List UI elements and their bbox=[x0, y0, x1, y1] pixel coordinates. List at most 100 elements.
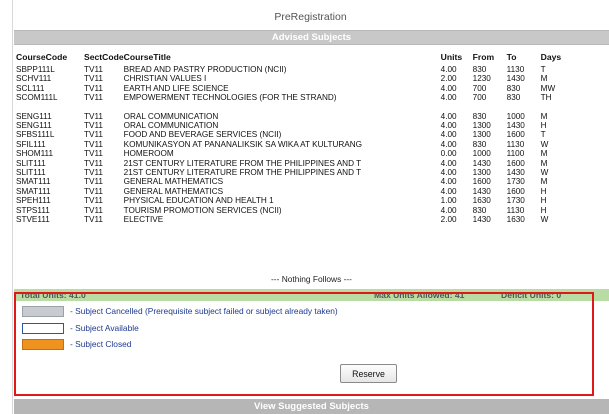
to-time-cell: 1730 bbox=[506, 196, 525, 206]
table-row: SENG111 TV11 ORAL COMMUNICATION 4.00 830 1000… bbox=[16, 112, 571, 121]
course-code-cell: SMAT111 bbox=[16, 186, 51, 196]
table-row: SLIT111 TV11 21ST CENTURY LITERATURE FROM … bbox=[16, 159, 571, 168]
course-code-cell: SHOM111 bbox=[16, 149, 54, 159]
to-time-cell: 830 bbox=[506, 83, 521, 93]
to-time-cell: 1130 bbox=[506, 205, 525, 215]
course-code-cell: SCOM111L bbox=[16, 93, 58, 103]
to-time-cell: 1600 bbox=[506, 158, 525, 168]
units-cell: 4.00 bbox=[440, 205, 457, 215]
table-row: SLIT111 TV11 21ST CENTURY LITERATURE FROM … bbox=[16, 168, 571, 177]
from-time-cell: 1630 bbox=[472, 196, 491, 206]
units-cell: 4.00 bbox=[440, 121, 457, 131]
course-code-cell: SFIL111 bbox=[16, 139, 46, 149]
course-code-cell: SLIT111 bbox=[16, 158, 46, 168]
course-code-cell: SMAT111 bbox=[16, 177, 51, 187]
sect-code-cell: TV11 bbox=[84, 196, 103, 206]
days-cell: M bbox=[540, 74, 548, 84]
table-row: SBPP111L TV11 BREAD AND PASTRY PRODUCTION … bbox=[16, 65, 571, 74]
table-row: SCL111 TV11 EARTH AND LIFE SCIENCE 4.00 700 8… bbox=[16, 84, 571, 93]
sect-code-cell: TV11 bbox=[84, 215, 103, 225]
closed-swatch bbox=[22, 339, 64, 350]
from-time-cell: 1300 bbox=[472, 121, 491, 131]
reserve-button[interactable]: Reserve bbox=[340, 364, 397, 383]
from-time-cell: 1600 bbox=[472, 177, 491, 187]
to-time-cell: 1130 bbox=[506, 139, 525, 149]
to-time-cell: 1100 bbox=[506, 149, 525, 159]
units-cell: 4.00 bbox=[440, 186, 457, 196]
from-time-cell: 830 bbox=[472, 65, 487, 74]
table-row: SCHV111 TV11 CHRISTIAN VALUES I 2.00 1230 143… bbox=[16, 74, 571, 83]
column-header-sectcode: SectCode bbox=[84, 51, 124, 62]
days-cell: T bbox=[540, 130, 546, 140]
from-time-cell: 1230 bbox=[472, 74, 491, 84]
sect-code-cell: TV11 bbox=[84, 74, 103, 84]
course-title-cell: GENERAL MATHEMATICS bbox=[123, 177, 224, 187]
legend-available-text: - Subject Available bbox=[70, 323, 139, 333]
from-time-cell: 700 bbox=[472, 93, 487, 103]
course-title-cell: 21ST CENTURY LITERATURE FROM THE PHILIPP… bbox=[123, 158, 362, 168]
group-spacer bbox=[16, 103, 571, 112]
sect-code-cell: TV11 bbox=[84, 121, 103, 131]
days-cell: M bbox=[540, 158, 548, 168]
to-time-cell: 1130 bbox=[506, 65, 525, 74]
units-cell: 4.00 bbox=[440, 93, 457, 103]
course-code-cell: SPEH111 bbox=[16, 196, 51, 206]
column-header-units: Units bbox=[440, 51, 463, 62]
advised-subjects-header: Advised Subjects bbox=[14, 30, 609, 45]
table-row: SFIL111 TV11 KOMUNIKASYON AT PANANALIKSIK … bbox=[16, 140, 571, 149]
table-row: SMAT111 TV11 GENERAL MATHEMATICS 4.00 1430 16… bbox=[16, 187, 571, 196]
sect-code-cell: TV11 bbox=[84, 139, 103, 149]
legend-cancelled-text: - Subject Cancelled (Prerequisite subjec… bbox=[70, 306, 338, 316]
from-time-cell: 830 bbox=[472, 139, 487, 149]
days-cell: MW bbox=[540, 83, 556, 93]
to-time-cell: 1600 bbox=[506, 130, 525, 140]
nothing-follows-label: --- Nothing Follows --- bbox=[271, 274, 352, 284]
to-time-cell: 1600 bbox=[506, 186, 525, 196]
column-header-coursetitle: CourseTitle bbox=[123, 51, 171, 62]
column-header-days: Days bbox=[540, 51, 562, 62]
to-time-cell: 1430 bbox=[506, 121, 525, 131]
from-time-cell: 1000 bbox=[472, 149, 491, 159]
days-cell: W bbox=[540, 215, 549, 225]
course-code-cell: SENG111 bbox=[16, 111, 52, 121]
days-cell: W bbox=[540, 139, 549, 149]
course-title-cell: GENERAL MATHEMATICS bbox=[123, 186, 224, 196]
sect-code-cell: TV11 bbox=[84, 130, 103, 140]
table-row: STVE111 TV11 ELECTIVE 2.00 1430 1630 W bbox=[16, 215, 571, 224]
cancelled-swatch bbox=[22, 306, 64, 317]
course-code-cell: SCHV111 bbox=[16, 74, 52, 84]
sect-code-cell: TV11 bbox=[84, 111, 103, 121]
advised-subjects-table: CourseCode SectCode CourseTitle Units Fr… bbox=[16, 48, 571, 225]
sect-code-cell: TV11 bbox=[84, 177, 103, 187]
to-time-cell: 1730 bbox=[506, 177, 525, 187]
units-cell: 4.00 bbox=[440, 130, 457, 140]
view-suggested-subjects-button[interactable]: View Suggested Subjects bbox=[14, 399, 609, 414]
from-time-cell: 1430 bbox=[472, 186, 491, 196]
from-time-cell: 1430 bbox=[472, 158, 491, 168]
days-cell: H bbox=[540, 121, 547, 131]
to-time-cell: 1000 bbox=[506, 111, 525, 121]
table-row: SMAT111 TV11 GENERAL MATHEMATICS 4.00 1600 17… bbox=[16, 177, 571, 186]
days-cell: H bbox=[540, 186, 547, 196]
course-title-cell: ORAL COMMUNICATION bbox=[123, 111, 219, 121]
column-header-coursecode: CourseCode bbox=[16, 51, 68, 62]
from-time-cell: 1430 bbox=[472, 215, 491, 225]
table-row: STPS111 TV11 TOURISM PROMOTION SERVICES (N… bbox=[16, 206, 571, 215]
course-code-cell: SFBS111L bbox=[16, 130, 55, 140]
page-title: PreRegistration bbox=[274, 11, 347, 23]
units-cell: 1.00 bbox=[440, 196, 457, 206]
available-swatch bbox=[22, 323, 64, 334]
course-code-cell: STPS111 bbox=[16, 205, 50, 215]
course-title-cell: KOMUNIKASYON AT PANANALIKSIK SA WIKA AT … bbox=[123, 139, 363, 149]
course-title-cell: PHYSICAL EDUCATION AND HEALTH 1 bbox=[123, 196, 274, 206]
days-cell: W bbox=[540, 168, 549, 178]
units-cell: 4.00 bbox=[440, 83, 457, 93]
course-title-cell: EARTH AND LIFE SCIENCE bbox=[123, 83, 229, 93]
days-cell: TH bbox=[540, 93, 552, 103]
table-header-row: CourseCode SectCode CourseTitle Units Fr… bbox=[16, 48, 571, 65]
days-cell: M bbox=[540, 149, 548, 159]
course-code-cell: SCL111 bbox=[16, 83, 45, 93]
days-cell: H bbox=[540, 205, 547, 215]
from-time-cell: 830 bbox=[472, 111, 487, 121]
table-row: SENG111 TV11 ORAL COMMUNICATION 4.00 1300 143… bbox=[16, 121, 571, 130]
